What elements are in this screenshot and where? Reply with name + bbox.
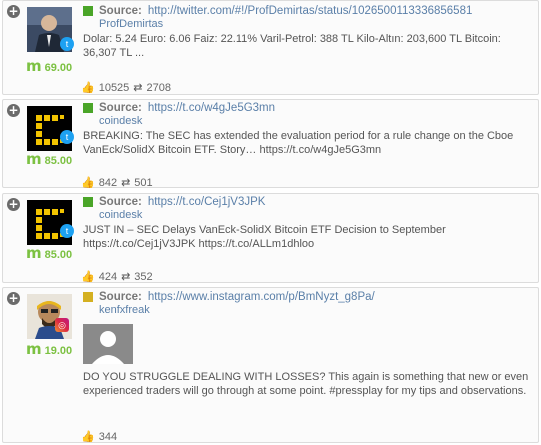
- instagram-icon: ◎: [55, 318, 69, 332]
- feed-post: + t m 85.00 Source: https://t.c: [2, 99, 539, 190]
- source-label: Source:: [99, 291, 142, 303]
- retweet-count: 2708: [146, 81, 171, 94]
- source-line: Source: https://t.co/Cej1jV3JPK: [83, 196, 532, 208]
- plus-circle-icon[interactable]: +: [7, 5, 20, 18]
- status-square-icon: [83, 6, 93, 16]
- m-score-icon: m: [26, 57, 42, 75]
- post-text: JUST IN – SEC Delays VanEck-SolidX Bitco…: [83, 224, 446, 250]
- source-link[interactable]: https://t.co/Cej1jV3JPK: [148, 196, 266, 208]
- score: m 85.00: [26, 244, 72, 262]
- retweet-icon: ⇄: [121, 271, 131, 283]
- status-square-icon: [83, 292, 93, 302]
- avatar[interactable]: [27, 200, 72, 245]
- score-value: 85.00: [44, 249, 73, 261]
- thumbs-up-icon: 👍: [81, 82, 95, 94]
- twitter-icon: t: [60, 37, 74, 51]
- m-score-icon: m: [26, 340, 42, 358]
- avatar[interactable]: [27, 294, 72, 339]
- status-square-icon: [83, 197, 93, 207]
- source-link[interactable]: http://twitter.com/#!/ProfDemirtas/statu…: [148, 5, 473, 17]
- post-body: Source: https://t.co/w4gJe5G3mn coindesk…: [83, 102, 532, 157]
- author-handle[interactable]: ProfDemirtas: [99, 18, 532, 30]
- plus-circle-icon[interactable]: +: [7, 198, 20, 211]
- score: m 19.00: [26, 340, 72, 358]
- retweet-count: 352: [134, 270, 153, 283]
- post-text: Dolar: 5.24 Euro: 6.06 Faiz: 22.11% Vari…: [83, 33, 501, 59]
- like-count: 424: [98, 270, 118, 283]
- source-label: Source:: [99, 5, 142, 17]
- post-body: Source: http://twitter.com/#!/ProfDemirt…: [83, 5, 532, 60]
- like-count: 10525: [98, 81, 130, 94]
- retweet-icon: ⇄: [121, 177, 131, 189]
- post-body: Source: https://t.co/Cej1jV3JPK coindesk…: [83, 196, 532, 251]
- source-label: Source:: [99, 196, 142, 208]
- source-link[interactable]: https://t.co/w4gJe5G3mn: [148, 102, 275, 114]
- post-body: Source: https://www.instagram.com/p/BmNy…: [83, 291, 532, 398]
- post-text: BREAKING: The SEC has extended the evalu…: [83, 130, 514, 156]
- score-value: 85.00: [44, 155, 73, 167]
- author-handle[interactable]: coindesk: [99, 115, 532, 127]
- post-stats: 👍 424 ⇄ 352: [81, 270, 153, 284]
- media-placeholder-image[interactable]: [83, 324, 133, 364]
- score-value: 19.00: [44, 345, 73, 357]
- feed-post: + t m 69.00 Source: http://twitter.com/#…: [2, 0, 539, 95]
- twitter-icon: t: [60, 130, 74, 144]
- source-link[interactable]: https://www.instagram.com/p/BmNyzt_g8Pa/: [148, 291, 375, 303]
- post-text: DO YOU STRUGGLE DEALING WITH LOSSES? Thi…: [83, 371, 529, 397]
- source-line: Source: https://t.co/w4gJe5G3mn: [83, 102, 532, 114]
- post-stats: 👍 344: [81, 430, 118, 444]
- status-square-icon: [83, 103, 93, 113]
- source-label: Source:: [99, 102, 142, 114]
- source-line: Source: http://twitter.com/#!/ProfDemirt…: [83, 5, 532, 17]
- m-score-icon: m: [26, 244, 42, 262]
- retweet-count: 501: [134, 176, 153, 189]
- avatar[interactable]: [27, 106, 72, 151]
- like-count: 842: [98, 176, 118, 189]
- thumbs-up-icon: 👍: [81, 431, 95, 443]
- author-handle[interactable]: kenfxfreak: [99, 304, 532, 316]
- score: m 69.00: [26, 57, 72, 75]
- thumbs-up-icon: 👍: [81, 177, 95, 189]
- thumbs-up-icon: 👍: [81, 271, 95, 283]
- like-count: 344: [98, 430, 118, 443]
- source-line: Source: https://www.instagram.com/p/BmNy…: [83, 291, 532, 303]
- feed-post: + ◎ m 19.00 Source: https://www.instagra…: [2, 287, 539, 443]
- m-score-icon: m: [26, 150, 42, 168]
- plus-circle-icon[interactable]: +: [7, 104, 20, 117]
- twitter-icon: t: [60, 224, 74, 238]
- author-handle[interactable]: coindesk: [99, 209, 532, 221]
- feed-post: + t m 85.00 Source: https://t.c: [2, 193, 539, 283]
- retweet-icon: ⇄: [133, 82, 143, 94]
- score: m 85.00: [26, 150, 72, 168]
- social-feed: + t m 69.00 Source: http://twitter.com/#…: [0, 0, 541, 445]
- post-stats: 👍 842 ⇄ 501: [81, 176, 153, 190]
- post-stats: 👍 10525 ⇄ 2708: [81, 81, 171, 95]
- plus-circle-icon[interactable]: +: [7, 292, 20, 305]
- score-value: 69.00: [44, 62, 73, 74]
